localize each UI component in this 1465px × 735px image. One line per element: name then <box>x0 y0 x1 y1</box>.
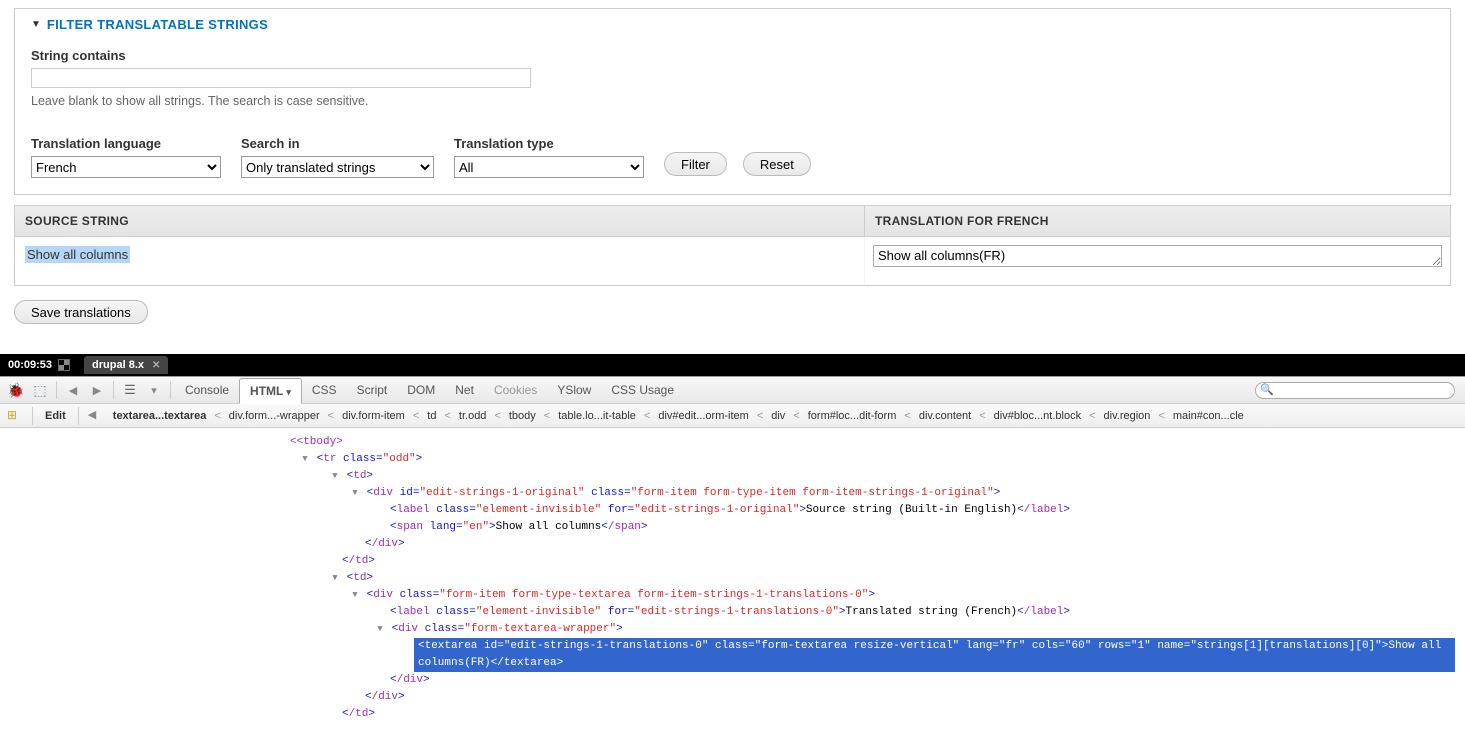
html-tree[interactable]: <<tbody> ▼ <tr class="odd"> ▼ <td> ▼ <di… <box>0 428 1465 723</box>
collapse-arrow-icon: ▼ <box>31 19 41 30</box>
firebug-icon[interactable]: 🐞 <box>7 381 25 399</box>
bc-item[interactable]: tr.odd <box>453 410 493 422</box>
firebug-window-tabs: 00:09:53 drupal 8.x ✕ <box>0 354 1465 376</box>
timer-text: 00:09:53 <box>8 359 52 371</box>
bc-item[interactable]: div.form...-wrapper <box>223 410 326 422</box>
bc-edit[interactable]: Edit <box>39 410 72 422</box>
nav-back-icon[interactable]: ◀ <box>64 381 82 399</box>
tab-css[interactable]: CSS <box>302 378 347 402</box>
bc-item[interactable]: div#bloc...nt.block <box>988 410 1087 422</box>
timer: 00:09:53 <box>0 359 78 371</box>
translation-language-select[interactable]: French <box>31 156 221 178</box>
tab-dom[interactable]: DOM <box>397 378 445 402</box>
string-contains-input[interactable] <box>31 68 531 88</box>
save-translations-button[interactable]: Save translations <box>14 300 148 324</box>
filter-row: Translation language French Search in On… <box>31 136 1434 178</box>
breadcrumb-bar: ⊞ Edit ◀ textarea...textarea< div.form..… <box>0 404 1465 428</box>
search-icon: 🔍 <box>1260 383 1274 396</box>
tab-yslow[interactable]: YSlow <box>547 378 601 402</box>
breadcrumb-trail: textarea...textarea< div.form...-wrapper… <box>107 410 1250 422</box>
translation-type-label: Translation type <box>454 136 644 151</box>
string-contains-label: String contains <box>31 48 1434 63</box>
source-string-text: Show all columns <box>25 246 130 263</box>
firebug-search-input[interactable] <box>1255 382 1455 399</box>
translations-table: SOURCE STRING TRANSLATION FOR FRENCH Sho… <box>14 205 1451 286</box>
tab-cookies[interactable]: Cookies <box>484 378 547 402</box>
legend-text: FILTER TRANSLATABLE STRINGS <box>47 17 268 32</box>
translation-type-select[interactable]: All <box>454 156 644 178</box>
panel-dd-icon[interactable]: ▾ <box>145 381 163 399</box>
selected-node[interactable]: <textarea id="edit-strings-1-translation… <box>414 638 1455 672</box>
tab-cssusage[interactable]: CSS Usage <box>601 378 684 402</box>
bc-item[interactable]: textarea...textarea <box>107 410 213 422</box>
tab-net[interactable]: Net <box>445 378 484 402</box>
tab-html[interactable]: HTML▾ <box>239 378 302 404</box>
tab-console[interactable]: Console <box>175 378 239 402</box>
search-in-select[interactable]: Only translated strings <box>241 156 434 178</box>
bc-item[interactable]: td <box>421 410 442 422</box>
bc-item[interactable]: div.content <box>913 410 977 422</box>
bc-item[interactable]: div.form-item <box>336 410 411 422</box>
bc-item[interactable]: form#loc...dit-form <box>802 410 903 422</box>
filter-fieldset: ▼ FILTER TRANSLATABLE STRINGS String con… <box>14 8 1451 195</box>
close-icon[interactable]: ✕ <box>152 360 160 371</box>
page-tab-label: drupal 8.x <box>92 359 144 371</box>
th-source-string: SOURCE STRING <box>15 206 865 236</box>
translation-cell: Show all columns(FR) <box>865 237 1450 285</box>
highlight-icon[interactable]: ⊞ <box>7 408 23 424</box>
bc-back-icon[interactable]: ◀ <box>88 408 104 424</box>
translation-textarea[interactable]: Show all columns(FR) <box>873 245 1442 267</box>
panel-menu-icon[interactable]: ☰ <box>121 381 139 399</box>
translation-language-label: Translation language <box>31 136 221 151</box>
fieldset-legend[interactable]: ▼ FILTER TRANSLATABLE STRINGS <box>31 9 1434 42</box>
firebug-toolbar: 🐞 ⬚ ◀ ▶ ☰ ▾ Console HTML▾ CSS Script DOM… <box>0 376 1465 404</box>
reset-button[interactable]: Reset <box>743 152 811 176</box>
bc-item[interactable]: div#edit...orm-item <box>652 410 754 422</box>
tab-script[interactable]: Script <box>347 378 398 402</box>
page-tab[interactable]: drupal 8.x ✕ <box>84 356 168 374</box>
filter-button[interactable]: Filter <box>664 152 727 176</box>
inspect-icon[interactable]: ⬚ <box>31 381 49 399</box>
bc-item[interactable]: main#con...cle <box>1167 410 1250 422</box>
qr-icon[interactable] <box>58 359 70 371</box>
bc-item[interactable]: table.lo...it-table <box>552 410 642 422</box>
source-string-cell: Show all columns <box>15 237 865 285</box>
th-translation: TRANSLATION FOR FRENCH <box>865 206 1450 236</box>
bc-item[interactable]: div <box>765 410 791 422</box>
help-text: Leave blank to show all strings. The sea… <box>31 94 1434 108</box>
nav-fwd-icon[interactable]: ▶ <box>88 381 106 399</box>
search-in-label: Search in <box>241 136 434 151</box>
bc-item[interactable]: tbody <box>503 410 542 422</box>
table-row: Show all columns Show all columns(FR) <box>15 237 1450 285</box>
bc-item[interactable]: div.region <box>1098 410 1157 422</box>
